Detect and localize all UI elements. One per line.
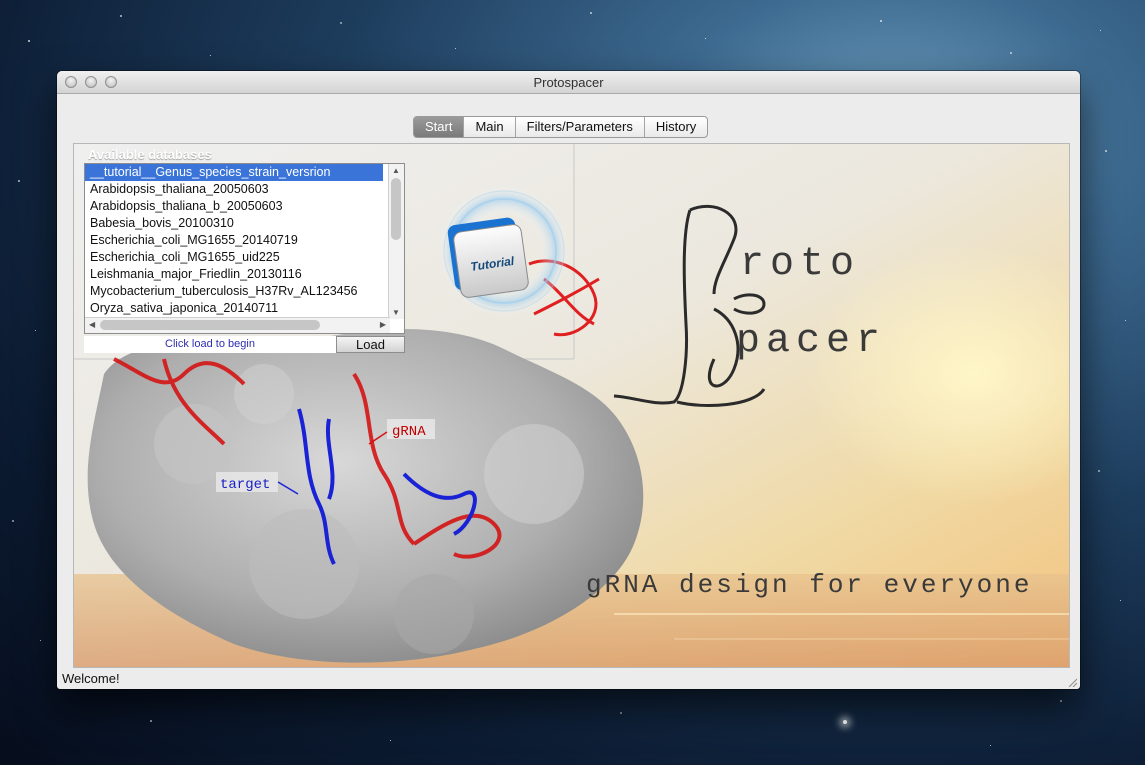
- database-list-item[interactable]: Mycobacterium_tuberculosis_H37Rv_AL12345…: [85, 283, 383, 300]
- tab-bar: Start Main Filters/Parameters History: [413, 116, 709, 138]
- database-list-item[interactable]: Babesia_bovis_20100310: [85, 215, 383, 232]
- database-list-item[interactable]: Arabidopsis_thaliana_20050603: [85, 181, 383, 198]
- scroll-up-icon[interactable]: ▲: [392, 166, 400, 175]
- database-list-item[interactable]: Leishmania_major_Friedlin_20130116: [85, 266, 383, 283]
- tagline: gRNA design for everyone: [586, 570, 1032, 600]
- database-list[interactable]: __tutorial__Genus_species_strain_versrio…: [84, 163, 405, 334]
- tab-history[interactable]: History: [643, 117, 707, 137]
- tutorial-button[interactable]: Tutorial: [447, 217, 530, 299]
- window-title: Protospacer: [533, 75, 604, 90]
- tab-filters-parameters[interactable]: Filters/Parameters: [514, 117, 644, 137]
- scroll-thumb[interactable]: [391, 178, 401, 240]
- databases-header: Available databases: [88, 147, 212, 162]
- horizontal-scrollbar[interactable]: ◀ ▶: [85, 317, 390, 333]
- app-window: Protospacer Start Main Filters/Parameter…: [57, 71, 1080, 689]
- load-button[interactable]: Load: [336, 336, 405, 353]
- load-row: Click load to begin Load: [84, 336, 405, 353]
- vertical-scrollbar[interactable]: ▲ ▼: [388, 164, 404, 319]
- load-hint: Click load to begin: [84, 336, 336, 353]
- grna-label: gRNA: [392, 424, 426, 440]
- scroll-right-icon[interactable]: ▶: [380, 320, 386, 329]
- database-list-item[interactable]: __tutorial__Genus_species_strain_versrio…: [85, 164, 383, 181]
- database-list-item[interactable]: Escherichia_coli_MG1655_20140719: [85, 232, 383, 249]
- database-list-item[interactable]: Arabidopsis_thaliana_b_20050603: [85, 198, 383, 215]
- title-bar: Protospacer: [57, 71, 1080, 94]
- status-bar: Welcome!: [62, 671, 120, 686]
- tab-start[interactable]: Start: [414, 117, 464, 137]
- start-panel: gRNA target Tutorial roto pacer gRNA des…: [73, 143, 1070, 668]
- logo-text-bottom: pacer: [736, 319, 886, 364]
- resize-grip-icon[interactable]: [1067, 677, 1077, 687]
- tab-main[interactable]: Main: [463, 117, 514, 137]
- target-label: target: [220, 477, 270, 493]
- scroll-down-icon[interactable]: ▼: [392, 308, 400, 317]
- hscroll-thumb[interactable]: [100, 320, 320, 330]
- logo-text-top: roto: [740, 242, 860, 287]
- scroll-left-icon[interactable]: ◀: [89, 320, 95, 329]
- database-panel: Available databases __tutorial__Genus_sp…: [84, 147, 406, 353]
- database-list-item[interactable]: Oryza_sativa_japonica_20140711: [85, 300, 383, 317]
- database-list-item[interactable]: Escherichia_coli_MG1655_uid225: [85, 249, 383, 266]
